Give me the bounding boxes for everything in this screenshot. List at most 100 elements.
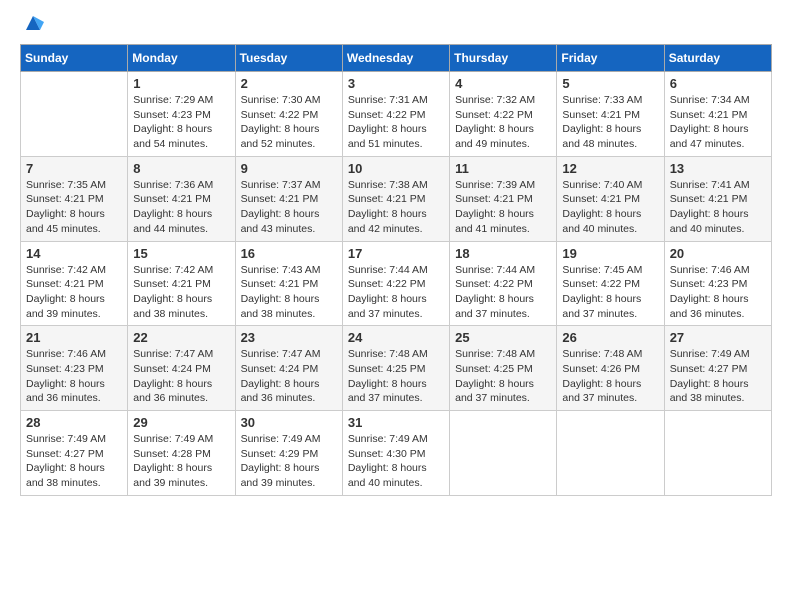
- calendar-cell: 9 Sunrise: 7:37 AMSunset: 4:21 PMDayligh…: [235, 156, 342, 241]
- day-info: Sunrise: 7:38 AMSunset: 4:21 PMDaylight:…: [348, 178, 444, 237]
- calendar-week-row: 28 Sunrise: 7:49 AMSunset: 4:27 PMDaylig…: [21, 411, 772, 496]
- day-info: Sunrise: 7:30 AMSunset: 4:22 PMDaylight:…: [241, 93, 337, 152]
- day-number: 4: [455, 76, 551, 91]
- day-number: 29: [133, 415, 229, 430]
- day-number: 17: [348, 246, 444, 261]
- calendar-cell: 3 Sunrise: 7:31 AMSunset: 4:22 PMDayligh…: [342, 72, 449, 157]
- day-number: 18: [455, 246, 551, 261]
- calendar-cell: 17 Sunrise: 7:44 AMSunset: 4:22 PMDaylig…: [342, 241, 449, 326]
- weekday-header: Wednesday: [342, 45, 449, 72]
- calendar-cell: 2 Sunrise: 7:30 AMSunset: 4:22 PMDayligh…: [235, 72, 342, 157]
- weekday-header: Thursday: [450, 45, 557, 72]
- day-info: Sunrise: 7:42 AMSunset: 4:21 PMDaylight:…: [26, 263, 122, 322]
- calendar-week-row: 1 Sunrise: 7:29 AMSunset: 4:23 PMDayligh…: [21, 72, 772, 157]
- day-number: 24: [348, 330, 444, 345]
- day-info: Sunrise: 7:44 AMSunset: 4:22 PMDaylight:…: [348, 263, 444, 322]
- day-info: Sunrise: 7:44 AMSunset: 4:22 PMDaylight:…: [455, 263, 551, 322]
- day-number: 9: [241, 161, 337, 176]
- weekday-header-row: SundayMondayTuesdayWednesdayThursdayFrid…: [21, 45, 772, 72]
- day-info: Sunrise: 7:47 AMSunset: 4:24 PMDaylight:…: [241, 347, 337, 406]
- day-info: Sunrise: 7:29 AMSunset: 4:23 PMDaylight:…: [133, 93, 229, 152]
- day-info: Sunrise: 7:49 AMSunset: 4:27 PMDaylight:…: [26, 432, 122, 491]
- calendar-cell: 28 Sunrise: 7:49 AMSunset: 4:27 PMDaylig…: [21, 411, 128, 496]
- day-number: 27: [670, 330, 766, 345]
- calendar-week-row: 14 Sunrise: 7:42 AMSunset: 4:21 PMDaylig…: [21, 241, 772, 326]
- calendar-cell: 14 Sunrise: 7:42 AMSunset: 4:21 PMDaylig…: [21, 241, 128, 326]
- logo-icon: [22, 12, 44, 34]
- calendar-cell: 29 Sunrise: 7:49 AMSunset: 4:28 PMDaylig…: [128, 411, 235, 496]
- day-number: 14: [26, 246, 122, 261]
- day-info: Sunrise: 7:48 AMSunset: 4:26 PMDaylight:…: [562, 347, 658, 406]
- calendar-cell: 26 Sunrise: 7:48 AMSunset: 4:26 PMDaylig…: [557, 326, 664, 411]
- calendar-cell: 24 Sunrise: 7:48 AMSunset: 4:25 PMDaylig…: [342, 326, 449, 411]
- day-number: 31: [348, 415, 444, 430]
- day-number: 21: [26, 330, 122, 345]
- calendar-cell: 4 Sunrise: 7:32 AMSunset: 4:22 PMDayligh…: [450, 72, 557, 157]
- calendar-cell: [21, 72, 128, 157]
- day-info: Sunrise: 7:36 AMSunset: 4:21 PMDaylight:…: [133, 178, 229, 237]
- calendar-cell: 23 Sunrise: 7:47 AMSunset: 4:24 PMDaylig…: [235, 326, 342, 411]
- day-info: Sunrise: 7:32 AMSunset: 4:22 PMDaylight:…: [455, 93, 551, 152]
- day-info: Sunrise: 7:48 AMSunset: 4:25 PMDaylight:…: [348, 347, 444, 406]
- day-info: Sunrise: 7:46 AMSunset: 4:23 PMDaylight:…: [26, 347, 122, 406]
- calendar-cell: [450, 411, 557, 496]
- calendar-cell: 11 Sunrise: 7:39 AMSunset: 4:21 PMDaylig…: [450, 156, 557, 241]
- day-number: 23: [241, 330, 337, 345]
- calendar-cell: [664, 411, 771, 496]
- calendar-cell: [557, 411, 664, 496]
- calendar-cell: 21 Sunrise: 7:46 AMSunset: 4:23 PMDaylig…: [21, 326, 128, 411]
- calendar-cell: 30 Sunrise: 7:49 AMSunset: 4:29 PMDaylig…: [235, 411, 342, 496]
- calendar-cell: 7 Sunrise: 7:35 AMSunset: 4:21 PMDayligh…: [21, 156, 128, 241]
- day-number: 5: [562, 76, 658, 91]
- calendar-cell: 25 Sunrise: 7:48 AMSunset: 4:25 PMDaylig…: [450, 326, 557, 411]
- calendar-cell: 6 Sunrise: 7:34 AMSunset: 4:21 PMDayligh…: [664, 72, 771, 157]
- calendar-week-row: 21 Sunrise: 7:46 AMSunset: 4:23 PMDaylig…: [21, 326, 772, 411]
- day-number: 1: [133, 76, 229, 91]
- calendar-cell: 19 Sunrise: 7:45 AMSunset: 4:22 PMDaylig…: [557, 241, 664, 326]
- day-number: 11: [455, 161, 551, 176]
- day-info: Sunrise: 7:34 AMSunset: 4:21 PMDaylight:…: [670, 93, 766, 152]
- calendar-table: SundayMondayTuesdayWednesdayThursdayFrid…: [20, 44, 772, 496]
- day-number: 16: [241, 246, 337, 261]
- weekday-header: Sunday: [21, 45, 128, 72]
- day-info: Sunrise: 7:48 AMSunset: 4:25 PMDaylight:…: [455, 347, 551, 406]
- calendar-cell: 22 Sunrise: 7:47 AMSunset: 4:24 PMDaylig…: [128, 326, 235, 411]
- day-number: 2: [241, 76, 337, 91]
- day-info: Sunrise: 7:46 AMSunset: 4:23 PMDaylight:…: [670, 263, 766, 322]
- day-info: Sunrise: 7:35 AMSunset: 4:21 PMDaylight:…: [26, 178, 122, 237]
- day-info: Sunrise: 7:39 AMSunset: 4:21 PMDaylight:…: [455, 178, 551, 237]
- calendar-cell: 15 Sunrise: 7:42 AMSunset: 4:21 PMDaylig…: [128, 241, 235, 326]
- calendar-cell: 1 Sunrise: 7:29 AMSunset: 4:23 PMDayligh…: [128, 72, 235, 157]
- day-number: 7: [26, 161, 122, 176]
- day-number: 6: [670, 76, 766, 91]
- day-number: 25: [455, 330, 551, 345]
- logo: [20, 20, 44, 34]
- day-info: Sunrise: 7:47 AMSunset: 4:24 PMDaylight:…: [133, 347, 229, 406]
- day-number: 20: [670, 246, 766, 261]
- day-info: Sunrise: 7:49 AMSunset: 4:29 PMDaylight:…: [241, 432, 337, 491]
- calendar-cell: 16 Sunrise: 7:43 AMSunset: 4:21 PMDaylig…: [235, 241, 342, 326]
- calendar-cell: 20 Sunrise: 7:46 AMSunset: 4:23 PMDaylig…: [664, 241, 771, 326]
- weekday-header: Friday: [557, 45, 664, 72]
- weekday-header: Monday: [128, 45, 235, 72]
- calendar-week-row: 7 Sunrise: 7:35 AMSunset: 4:21 PMDayligh…: [21, 156, 772, 241]
- calendar-cell: 18 Sunrise: 7:44 AMSunset: 4:22 PMDaylig…: [450, 241, 557, 326]
- day-info: Sunrise: 7:37 AMSunset: 4:21 PMDaylight:…: [241, 178, 337, 237]
- day-number: 12: [562, 161, 658, 176]
- day-info: Sunrise: 7:41 AMSunset: 4:21 PMDaylight:…: [670, 178, 766, 237]
- day-number: 10: [348, 161, 444, 176]
- day-number: 3: [348, 76, 444, 91]
- day-info: Sunrise: 7:40 AMSunset: 4:21 PMDaylight:…: [562, 178, 658, 237]
- weekday-header: Saturday: [664, 45, 771, 72]
- calendar-cell: 31 Sunrise: 7:49 AMSunset: 4:30 PMDaylig…: [342, 411, 449, 496]
- day-info: Sunrise: 7:31 AMSunset: 4:22 PMDaylight:…: [348, 93, 444, 152]
- day-number: 30: [241, 415, 337, 430]
- day-info: Sunrise: 7:43 AMSunset: 4:21 PMDaylight:…: [241, 263, 337, 322]
- calendar-cell: 10 Sunrise: 7:38 AMSunset: 4:21 PMDaylig…: [342, 156, 449, 241]
- day-info: Sunrise: 7:49 AMSunset: 4:27 PMDaylight:…: [670, 347, 766, 406]
- day-number: 26: [562, 330, 658, 345]
- day-number: 19: [562, 246, 658, 261]
- calendar-cell: 5 Sunrise: 7:33 AMSunset: 4:21 PMDayligh…: [557, 72, 664, 157]
- day-info: Sunrise: 7:49 AMSunset: 4:30 PMDaylight:…: [348, 432, 444, 491]
- day-number: 15: [133, 246, 229, 261]
